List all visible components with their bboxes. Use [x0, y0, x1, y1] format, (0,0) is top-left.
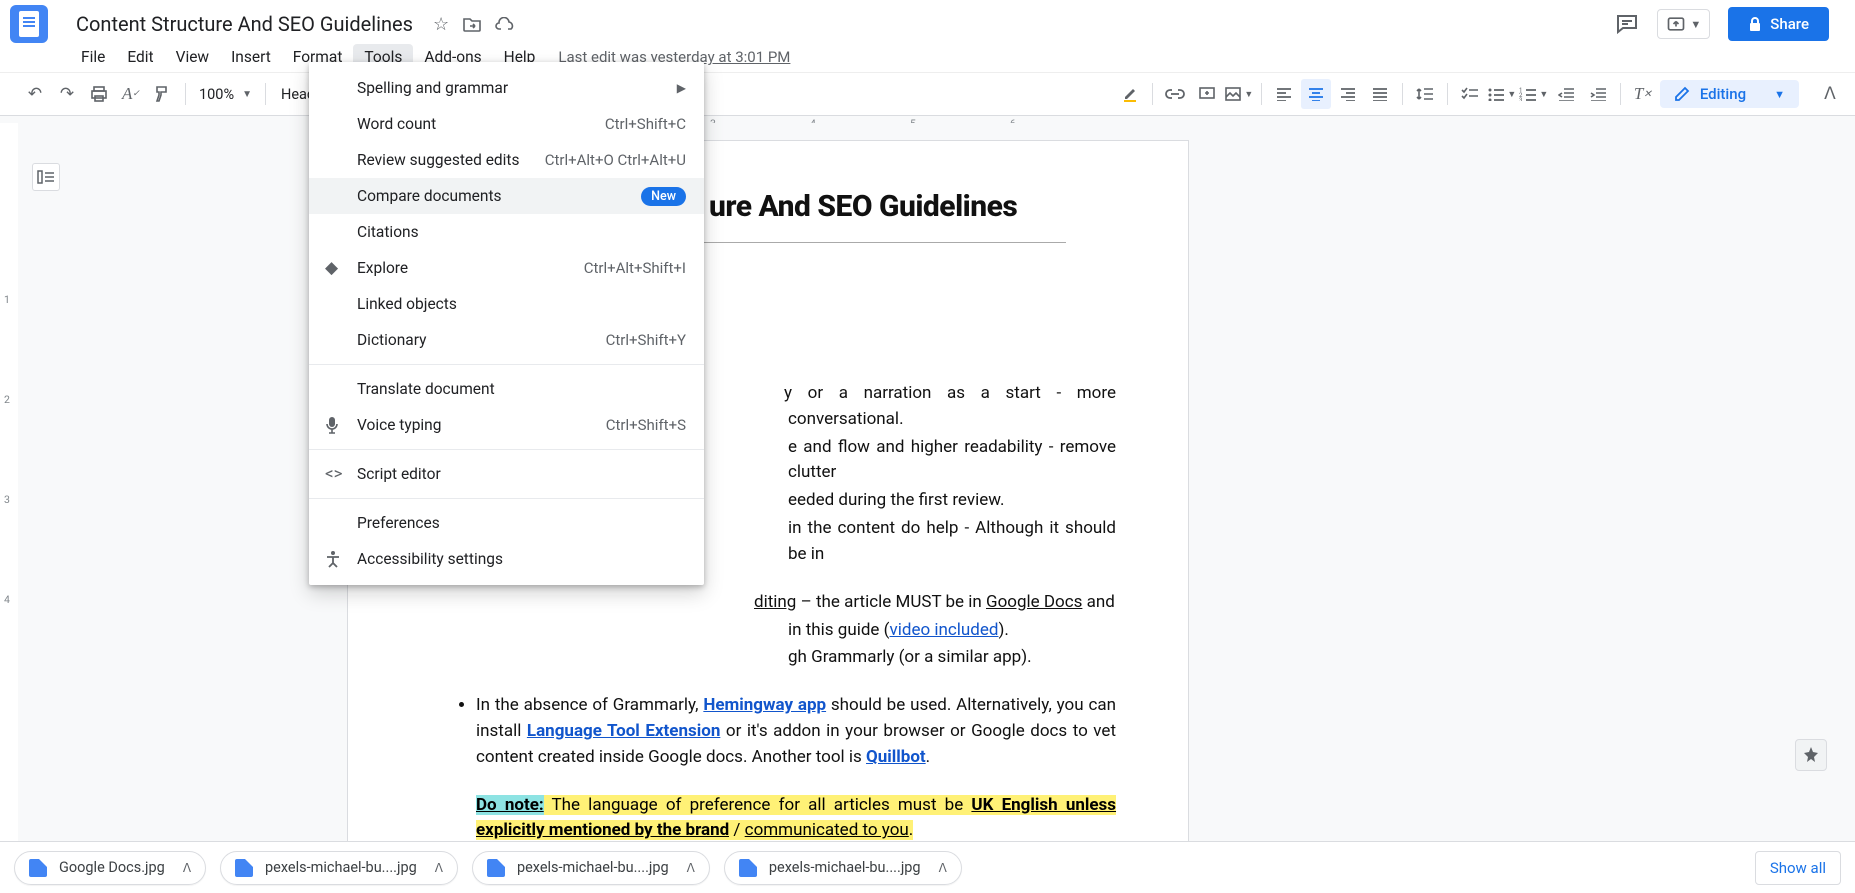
undo-button[interactable]: ↶	[20, 79, 50, 109]
image-button[interactable]: ▼	[1224, 79, 1254, 109]
docs-logo[interactable]	[10, 5, 48, 43]
file-icon	[739, 859, 757, 877]
explore-icon: ◆	[325, 258, 338, 278]
dd-preferences[interactable]: Preferences	[309, 505, 704, 541]
new-badge: New	[641, 187, 686, 206]
dd-citations[interactable]: Citations	[309, 214, 704, 250]
dd-translate[interactable]: Translate document	[309, 371, 704, 407]
list-item: e and flow and higher readability - remo…	[788, 435, 1116, 487]
dd-voice-typing[interactable]: Voice typingCtrl+Shift+S	[309, 407, 704, 443]
file-icon	[487, 859, 505, 877]
titlebar: Content Structure And SEO Guidelines ☆ ▼…	[0, 0, 1855, 42]
align-left-button[interactable]	[1269, 79, 1299, 109]
file-icon	[29, 859, 47, 877]
download-chip[interactable]: Google Docs.jpgᐱ	[14, 851, 206, 885]
move-icon[interactable]	[463, 16, 481, 32]
document-canvas: 1 2 3 4 Content Structure And SEO Guidel…	[0, 123, 1855, 841]
comment-button[interactable]	[1192, 79, 1222, 109]
checklist-button[interactable]	[1455, 79, 1485, 109]
align-justify-button[interactable]	[1365, 79, 1395, 109]
dd-word-count[interactable]: Word countCtrl+Shift+C	[309, 106, 704, 142]
file-icon	[235, 859, 253, 877]
download-shelf: Google Docs.jpgᐱ pexels-michael-bu....jp…	[0, 841, 1855, 893]
list-item: eeded during the first review.	[788, 488, 1116, 514]
editing-mode-label: Editing	[1700, 85, 1746, 103]
show-all-button[interactable]: Show all	[1755, 851, 1841, 885]
dd-script-editor[interactable]: <> Script editor	[309, 456, 704, 492]
zoom-select[interactable]: 100%▼	[193, 86, 258, 103]
menu-edit[interactable]: Edit	[116, 44, 164, 70]
menubar: File Edit View Insert Format Tools Add-o…	[0, 42, 1855, 72]
caret-down-icon: ▼	[1690, 18, 1701, 31]
editing-mode-button[interactable]: Editing ▼	[1660, 80, 1799, 108]
align-center-button[interactable]	[1301, 79, 1331, 109]
list-item: In the absence of Grammarly, Hemingway a…	[476, 693, 1116, 770]
divider	[309, 364, 704, 365]
pencil-icon	[1674, 86, 1690, 102]
title-icons: ☆	[433, 14, 515, 35]
header-right: ▼ Share	[1615, 7, 1845, 41]
list-item: in the content do help - Although it sho…	[788, 516, 1116, 568]
spellcheck-button[interactable]: A✓	[116, 79, 146, 109]
menu-view[interactable]: View	[165, 44, 221, 70]
share-button[interactable]: Share	[1728, 7, 1829, 41]
download-chip[interactable]: pexels-michael-bu....jpgᐱ	[472, 851, 710, 885]
indent-decrease-button[interactable]	[1551, 79, 1581, 109]
share-label: Share	[1770, 15, 1809, 33]
redo-button[interactable]: ↷	[52, 79, 82, 109]
chevron-up-icon[interactable]: ᐱ	[687, 861, 695, 875]
microphone-icon	[325, 416, 339, 434]
print-button[interactable]	[84, 79, 114, 109]
outline-toggle-button[interactable]	[32, 163, 60, 191]
lock-icon	[1748, 16, 1762, 32]
list-item: y or a narration as a start - more conve…	[788, 381, 1116, 433]
note-paragraph: Do note: The language of preference for …	[476, 793, 1116, 841]
divider	[309, 498, 704, 499]
menu-insert[interactable]: Insert	[220, 44, 282, 70]
collapse-toolbar-button[interactable]: ᐱ	[1815, 79, 1845, 109]
tools-dropdown: Spelling and grammar▶ Word countCtrl+Shi…	[309, 62, 704, 585]
download-chip[interactable]: pexels-michael-bu....jpgᐱ	[220, 851, 458, 885]
vertical-ruler[interactable]: 1 2 3 4	[0, 123, 18, 841]
menu-file[interactable]: File	[70, 44, 116, 70]
list-item: in this guide (video included).	[788, 618, 1116, 644]
caret-down-icon: ▼	[1774, 88, 1785, 101]
dd-review-edits[interactable]: Review suggested editsCtrl+Alt+O Ctrl+Al…	[309, 142, 704, 178]
highlight-button[interactable]	[1115, 79, 1145, 109]
comments-icon[interactable]	[1615, 13, 1639, 35]
dd-compare-documents[interactable]: Compare documentsNew	[309, 178, 704, 214]
numbered-list-button[interactable]: 123▼	[1519, 79, 1549, 109]
dd-spelling-grammar[interactable]: Spelling and grammar▶	[309, 70, 704, 106]
bulleted-list-button[interactable]: ▼	[1487, 79, 1517, 109]
dd-accessibility[interactable]: Accessibility settings	[309, 541, 704, 577]
present-button[interactable]: ▼	[1657, 9, 1710, 39]
indent-increase-button[interactable]	[1583, 79, 1613, 109]
star-icon[interactable]: ☆	[433, 14, 449, 35]
paint-format-button[interactable]	[148, 79, 178, 109]
svg-text:3: 3	[1519, 97, 1522, 101]
list-item: gh Grammarly (or a similar app).	[788, 645, 1116, 671]
list-item: diting – the article MUST be in Google D…	[754, 590, 1116, 616]
align-right-button[interactable]	[1333, 79, 1363, 109]
download-chip[interactable]: pexels-michael-bu....jpgᐱ	[724, 851, 962, 885]
explore-fab[interactable]	[1795, 739, 1827, 771]
dd-explore[interactable]: ◆ ExploreCtrl+Alt+Shift+I	[309, 250, 704, 286]
chevron-up-icon[interactable]: ᐱ	[939, 861, 947, 875]
line-spacing-button[interactable]	[1410, 79, 1440, 109]
chevron-up-icon[interactable]: ᐱ	[435, 861, 443, 875]
chevron-right-icon: ▶	[677, 81, 686, 95]
clear-formatting-button[interactable]: T✕	[1628, 79, 1658, 109]
document-title[interactable]: Content Structure And SEO Guidelines	[70, 10, 419, 38]
code-icon: <>	[325, 464, 343, 484]
toolbar: ↶ ↷ A✓ 100%▼ Headin ▼ ▼ 123▼ T✕ Editing …	[0, 72, 1855, 116]
accessibility-icon	[325, 550, 341, 568]
cloud-status-icon[interactable]	[495, 17, 515, 31]
dd-dictionary[interactable]: DictionaryCtrl+Shift+Y	[309, 322, 704, 358]
chevron-up-icon[interactable]: ᐱ	[183, 861, 191, 875]
link-button[interactable]	[1160, 79, 1190, 109]
divider	[309, 449, 704, 450]
dd-linked-objects[interactable]: Linked objects	[309, 286, 704, 322]
